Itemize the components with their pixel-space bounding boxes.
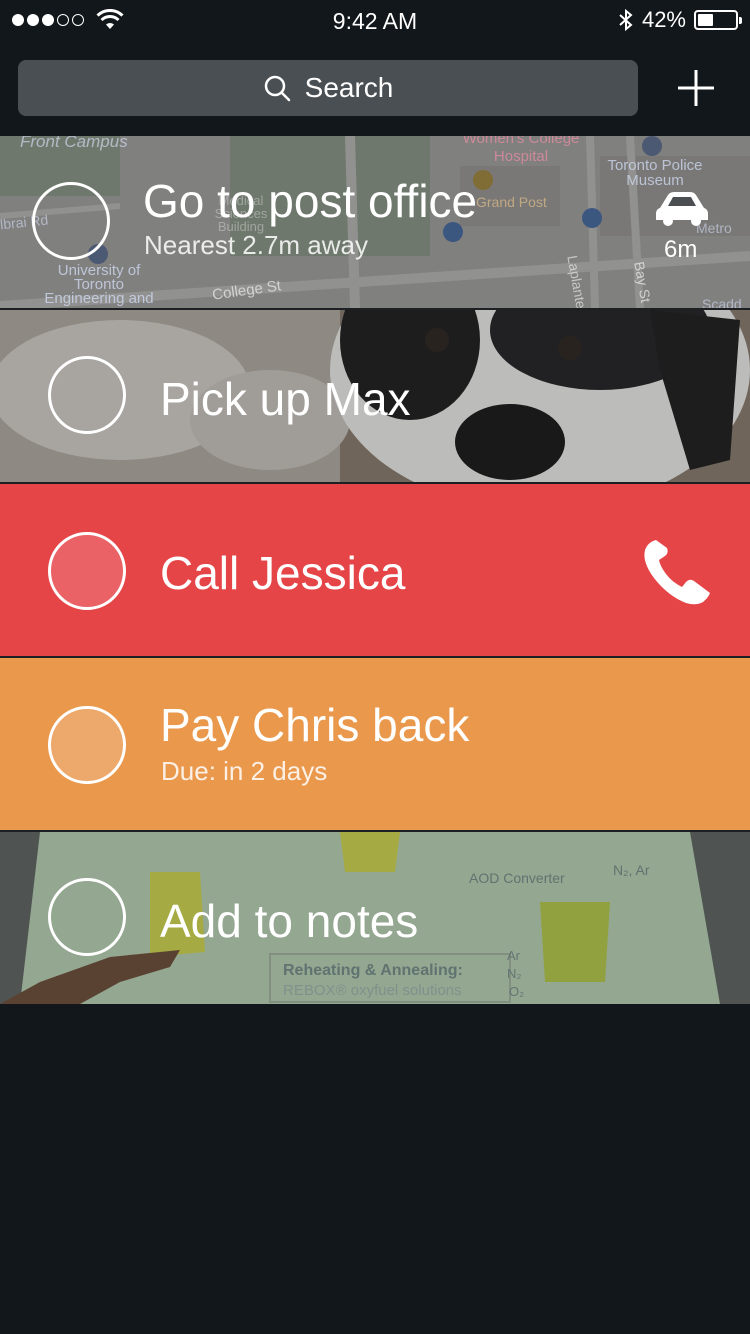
map-label: Women's College Hospital <box>462 136 580 165</box>
task-title: Pay Chris back <box>160 699 470 751</box>
task-subtitle: Nearest 2.7m away <box>144 230 368 260</box>
task-checkbox[interactable] <box>32 182 110 260</box>
whiteboard-label: N₂, Ar <box>613 862 650 878</box>
whiteboard-label: N₂ <box>507 966 522 981</box>
map-label: Scadd <box>702 296 742 308</box>
whiteboard-label: REBOX® oxyfuel solutions <box>283 982 462 999</box>
task-row-post-office[interactable]: Front Campus Women's College Hospital To… <box>0 136 750 308</box>
task-title: Go to post office <box>143 175 478 227</box>
task-title: Call Jessica <box>160 547 406 599</box>
task-checkbox[interactable] <box>48 356 126 434</box>
task-row-pay-chris[interactable]: Pay Chris back Due: in 2 days <box>0 658 750 830</box>
map-label: Toronto Police Museum <box>607 157 703 189</box>
whiteboard-label: AOD Converter <box>469 870 565 886</box>
task-subtitle: Due: in 2 days <box>161 756 328 786</box>
header: Search <box>0 40 750 136</box>
status-time: 9:42 AM <box>332 8 418 34</box>
task-checkbox[interactable] <box>48 532 126 610</box>
phone-icon[interactable] <box>642 538 712 606</box>
status-bar: 9:42 AM 42% <box>0 0 750 40</box>
map-label: University of Toronto Engineering and <box>44 262 154 307</box>
car-icon <box>656 192 708 226</box>
task-checkbox[interactable] <box>48 706 126 784</box>
travel-time: 6m <box>664 236 698 263</box>
map-label: Grand Post <box>476 194 547 210</box>
search-bar[interactable]: Search <box>18 60 638 116</box>
whiteboard-label: O₂ <box>509 984 525 999</box>
task-checkbox[interactable] <box>48 878 126 956</box>
task-title: Pick up Max <box>160 373 411 425</box>
task-row-call-jessica[interactable]: Call Jessica <box>0 484 750 656</box>
task-row-add-to-notes[interactable]: AOD Converter N₂, Ar Reheating & Anneali… <box>0 832 750 1004</box>
search-icon <box>264 75 290 102</box>
task-row-pick-up-max[interactable]: Pick up Max <box>0 310 750 482</box>
map-label: Front Campus <box>20 136 128 151</box>
whiteboard-label: Ar <box>507 948 520 963</box>
whiteboard-label: Reheating & Annealing: <box>283 962 463 979</box>
search-placeholder: Search <box>304 72 394 103</box>
battery-icon <box>694 10 742 30</box>
add-icon[interactable] <box>670 62 722 114</box>
task-title: Add to notes <box>160 895 419 947</box>
